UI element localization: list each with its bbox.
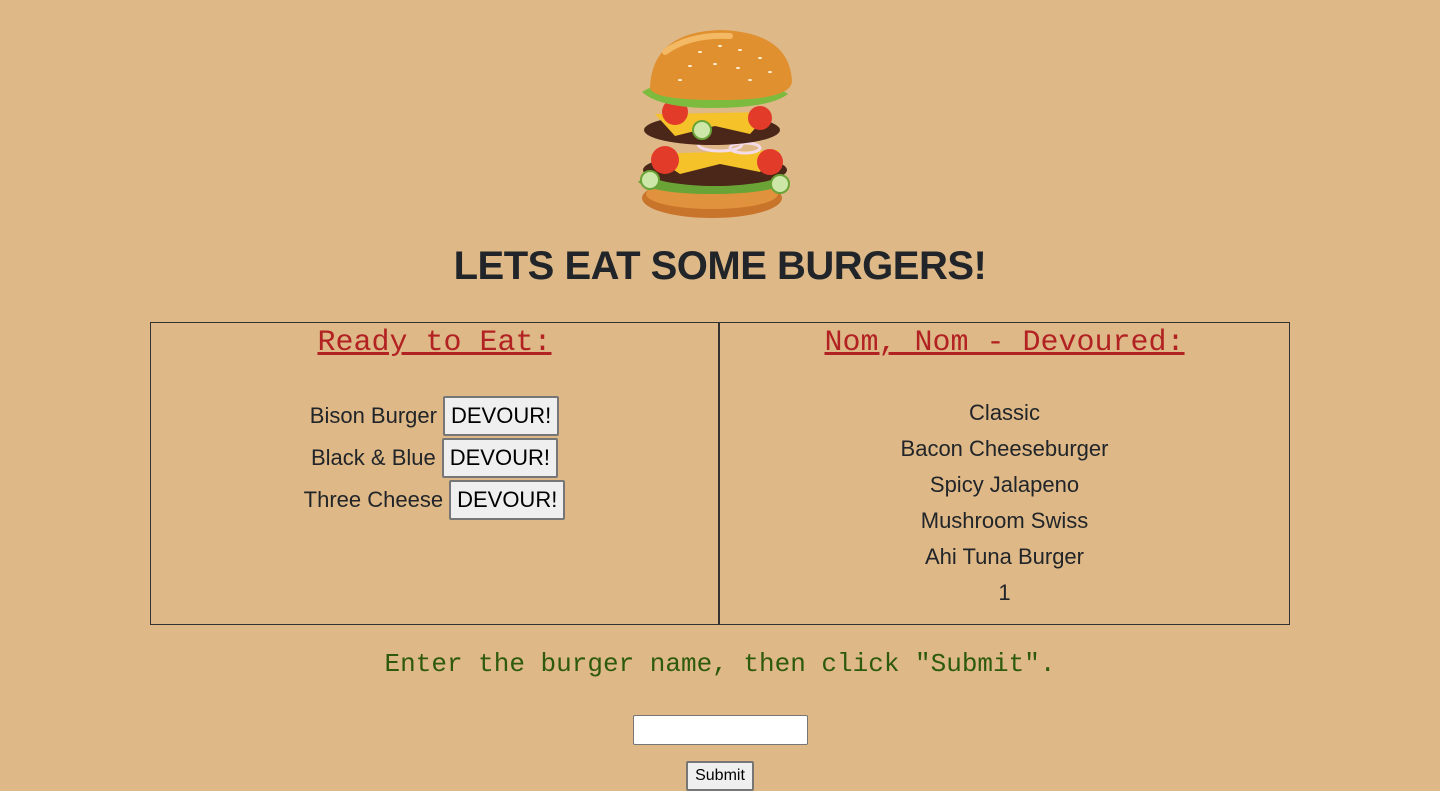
devoured-panel: Nom, Nom - Devoured: Classic Bacon Chees… — [719, 322, 1290, 625]
devoured-heading: Nom, Nom - Devoured: — [824, 326, 1185, 360]
burger-name: Black & Blue — [311, 445, 436, 470]
devoured-item: Bacon Cheeseburger — [900, 436, 1109, 461]
ready-to-eat-panel: Ready to Eat: Bison Burger DEVOUR! Black… — [150, 322, 719, 625]
devour-button[interactable]: DEVOUR! — [449, 480, 566, 520]
page-title: LETS EAT SOME BURGERS! — [453, 244, 987, 288]
stacked-burger-icon — [638, 30, 792, 218]
devoured-item: Ahi Tuna Burger — [925, 544, 1084, 569]
ready-item: Black & Blue DEVOUR! — [151, 437, 718, 479]
ready-heading: Ready to Eat: — [317, 326, 552, 360]
submit-button[interactable]: Submit — [686, 761, 754, 791]
devoured-item: Mushroom Swiss — [920, 508, 1089, 533]
devour-button[interactable]: DEVOUR! — [442, 396, 560, 436]
burger-logo — [620, 22, 810, 227]
burger-name: Bison Burger — [309, 403, 437, 428]
devoured-item: 1 — [998, 580, 1011, 605]
devoured-item: Spicy Jalapeno — [929, 472, 1080, 497]
burger-name: Three Cheese — [303, 487, 444, 512]
burger-name-input[interactable] — [633, 715, 808, 745]
form-instructions: Enter the burger name, then click "Submi… — [384, 649, 1056, 679]
devoured-item: Classic — [969, 400, 1040, 425]
devour-button[interactable]: DEVOUR! — [441, 438, 558, 478]
ready-list: Bison Burger DEVOUR! Black & Blue DEVOUR… — [151, 395, 718, 521]
ready-item: Three Cheese DEVOUR! — [151, 479, 718, 521]
ready-item: Bison Burger DEVOUR! — [151, 395, 718, 437]
devoured-list: Classic Bacon Cheeseburger Spicy Jalapen… — [720, 395, 1289, 611]
